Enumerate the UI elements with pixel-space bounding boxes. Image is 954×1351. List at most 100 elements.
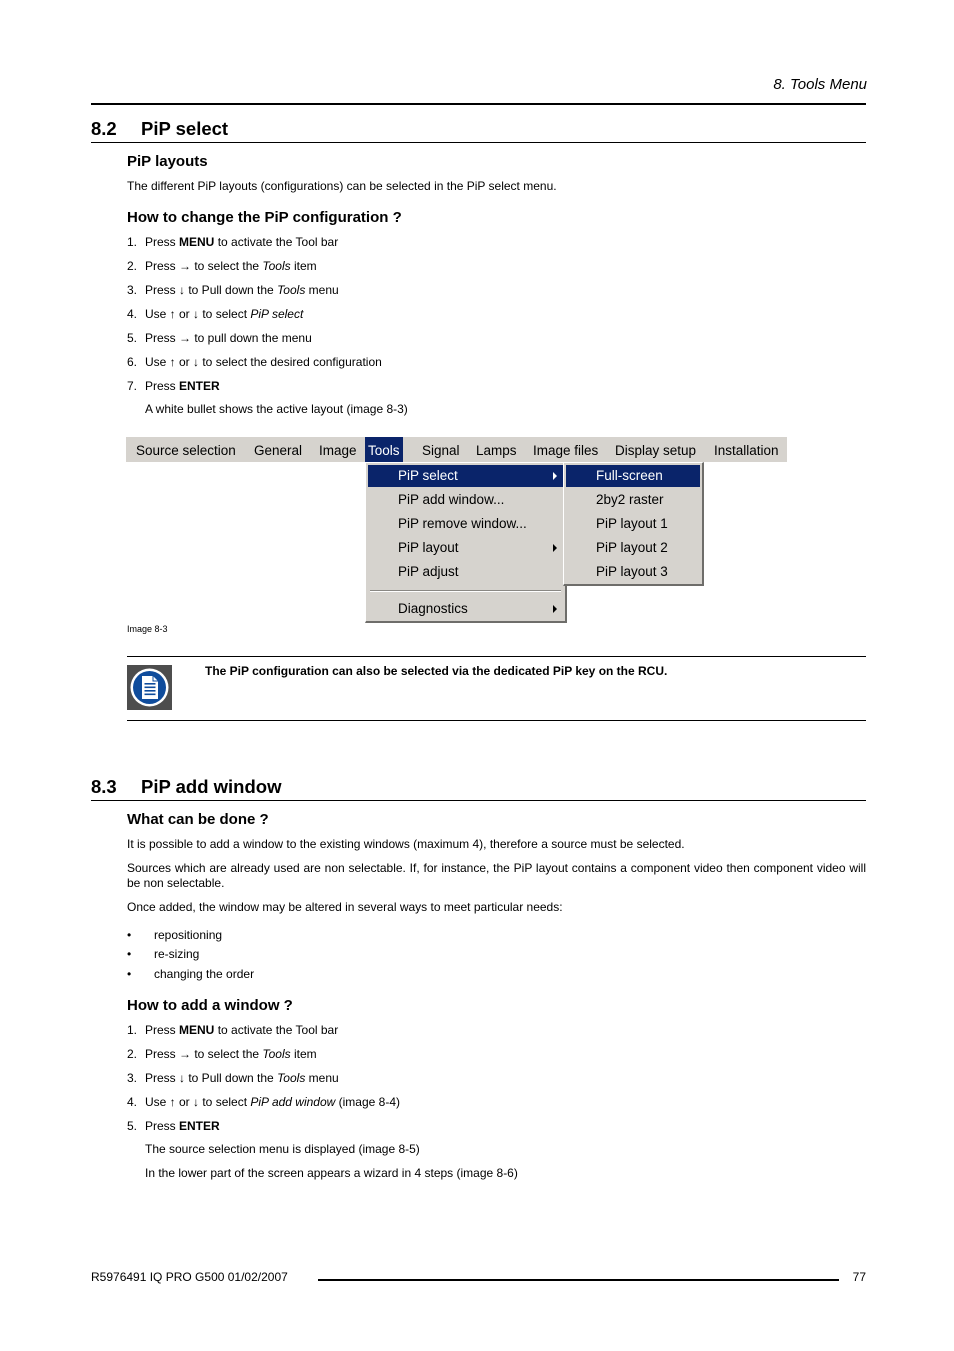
image-caption: Image 8-3 xyxy=(127,624,168,634)
menu-item-diagnostics[interactable]: Diagnostics xyxy=(368,598,563,620)
subheading-change-config: How to change the PiP configuration ? xyxy=(127,209,402,226)
step-text: menu xyxy=(305,283,339,297)
submenu-item-pip-layout-3[interactable]: PiP layout 3 xyxy=(566,561,700,583)
step-item: 1. Press MENU to activate the Tool bar xyxy=(127,1023,338,1037)
menu-item-label: PiP select xyxy=(398,468,458,483)
note-text: The PiP configuration can also be select… xyxy=(205,664,668,678)
pip-select-submenu: Full-screen 2by2 raster PiP layout 1 PiP… xyxy=(563,462,704,586)
menu-item-pip-select[interactable]: PiP select xyxy=(368,465,563,487)
step-key: ENTER xyxy=(179,379,220,393)
submenu-item-full-screen[interactable]: Full-screen xyxy=(566,465,700,487)
step-text: Press xyxy=(145,1023,180,1037)
menu-item-label: PiP layout 1 xyxy=(596,516,668,531)
step-text: Use ↑ or ↓ to select the desired configu… xyxy=(145,355,382,369)
step-number: 7. xyxy=(127,379,138,393)
step-note: A white bullet shows the active layout (… xyxy=(145,402,408,416)
menu-item-pip-remove-window[interactable]: PiP remove window... xyxy=(368,513,563,535)
step-number: 6. xyxy=(127,355,138,369)
step-text: Press xyxy=(145,1119,180,1133)
bullet-text: repositioning xyxy=(154,928,223,942)
step-number: 4. xyxy=(127,307,138,321)
step-item: 1. Press MENU to activate the Tool bar xyxy=(127,235,338,249)
step-menu-item: Tools xyxy=(262,1047,291,1061)
section-number: 8.2 xyxy=(91,118,117,139)
menu-item-label: PiP add window... xyxy=(398,492,505,507)
note-top-rule xyxy=(127,656,866,657)
step-menu-item: PiP select xyxy=(250,307,304,321)
menubar-item-source-selection[interactable]: Source selection xyxy=(133,437,239,462)
step-number: 3. xyxy=(127,283,138,297)
submenu-arrow-icon xyxy=(553,605,557,613)
menubar-item-installation[interactable]: Installation xyxy=(711,437,782,462)
header-rule xyxy=(91,103,866,105)
section-rule xyxy=(91,800,866,801)
step-number: 2. xyxy=(127,1047,138,1061)
step-key: MENU xyxy=(179,1023,215,1037)
step-text: menu xyxy=(305,1071,339,1085)
footer-rule xyxy=(318,1279,839,1281)
step-text: (image 8-4) xyxy=(335,1095,400,1109)
step-text: Press ↓ to Pull down the xyxy=(145,283,278,297)
step-item: 5. Press → to pull down the menu xyxy=(127,331,312,345)
menubar-item-display-setup[interactable]: Display setup xyxy=(612,437,699,462)
menu-item-pip-layout[interactable]: PiP layout xyxy=(368,537,563,559)
paragraph: The different PiP layouts (configuration… xyxy=(127,179,557,193)
menu-item-label: 2by2 raster xyxy=(596,492,664,507)
step-number: 5. xyxy=(127,1119,138,1133)
step-menu-item: Tools xyxy=(277,283,306,297)
submenu-arrow-icon xyxy=(553,472,557,480)
paragraph: Sources which are already used are non s… xyxy=(127,861,866,890)
step-number: 1. xyxy=(127,235,138,249)
bullet-item: • repositioning xyxy=(127,928,223,942)
note-bottom-rule xyxy=(127,720,866,721)
tools-dropdown-menu: PiP select PiP add window... PiP remove … xyxy=(365,462,567,623)
submenu-item-2by2-raster[interactable]: 2by2 raster xyxy=(566,489,700,511)
bullet-item: • changing the order xyxy=(127,967,255,981)
step-number: 5. xyxy=(127,331,138,345)
menu-item-label: PiP adjust xyxy=(398,564,459,579)
subheading-how-to-add: How to add a window ? xyxy=(127,997,293,1014)
menu-item-label: PiP remove window... xyxy=(398,516,527,531)
paragraph: It is possible to add a window to the ex… xyxy=(127,837,685,851)
footer-doc-info: R5976491 IQ PRO G500 01/02/2007 xyxy=(91,1270,288,1284)
paragraph: Once added, the window may be altered in… xyxy=(127,900,563,914)
submenu-item-pip-layout-1[interactable]: PiP layout 1 xyxy=(566,513,700,535)
step-text: to activate the Tool bar xyxy=(214,1023,339,1037)
step-text: Press xyxy=(145,235,180,249)
menu-item-label: Full-screen xyxy=(596,468,663,483)
step-item: 3. Press ↓ to Pull down the Tools menu xyxy=(127,1071,339,1085)
section-heading-8-2: 8.2 PiP select xyxy=(91,118,228,140)
menubar-item-lamps[interactable]: Lamps xyxy=(473,437,520,462)
step-text: Use ↑ or ↓ to select xyxy=(145,1095,251,1109)
step-number: 4. xyxy=(127,1095,138,1109)
step-text: Use ↑ or ↓ to select xyxy=(145,307,251,321)
menu-separator xyxy=(370,590,561,592)
step-text: to activate the Tool bar xyxy=(214,235,339,249)
menubar-item-general[interactable]: General xyxy=(251,437,305,462)
menubar-item-signal[interactable]: Signal xyxy=(419,437,463,462)
running-head: 8. Tools Menu xyxy=(773,76,867,93)
step-text: item xyxy=(290,259,317,273)
step-menu-item: Tools xyxy=(277,1071,306,1085)
menubar-item-image-files[interactable]: Image files xyxy=(530,437,601,462)
step-text: Press → to select the xyxy=(145,1047,263,1061)
step-text: item xyxy=(290,1047,317,1061)
step-text: Press → to pull down the menu xyxy=(145,331,312,345)
menu-item-pip-add-window[interactable]: PiP add window... xyxy=(368,489,563,511)
step-text: Press xyxy=(145,379,180,393)
menu-item-label: PiP layout xyxy=(398,540,459,555)
menu-bar: Source selection General Image Tools Sig… xyxy=(126,437,787,462)
bullet-text: changing the order xyxy=(154,967,255,981)
section-heading-8-3: 8.3 PiP add window xyxy=(91,776,281,798)
page-number: 77 xyxy=(852,1270,866,1284)
submenu-arrow-icon xyxy=(553,544,557,552)
submenu-item-pip-layout-2[interactable]: PiP layout 2 xyxy=(566,537,700,559)
menubar-item-image[interactable]: Image xyxy=(316,437,360,462)
menubar-item-tools[interactable]: Tools xyxy=(365,437,403,462)
step-item: 2. Press → to select the Tools item xyxy=(127,1047,317,1061)
menu-item-pip-adjust[interactable]: PiP adjust xyxy=(368,561,563,583)
step-text: Press ↓ to Pull down the xyxy=(145,1071,278,1085)
bullet-text: re-sizing xyxy=(154,947,200,961)
step-item: 6. Use ↑ or ↓ to select the desired confi… xyxy=(127,355,382,369)
step-key: MENU xyxy=(179,235,215,249)
